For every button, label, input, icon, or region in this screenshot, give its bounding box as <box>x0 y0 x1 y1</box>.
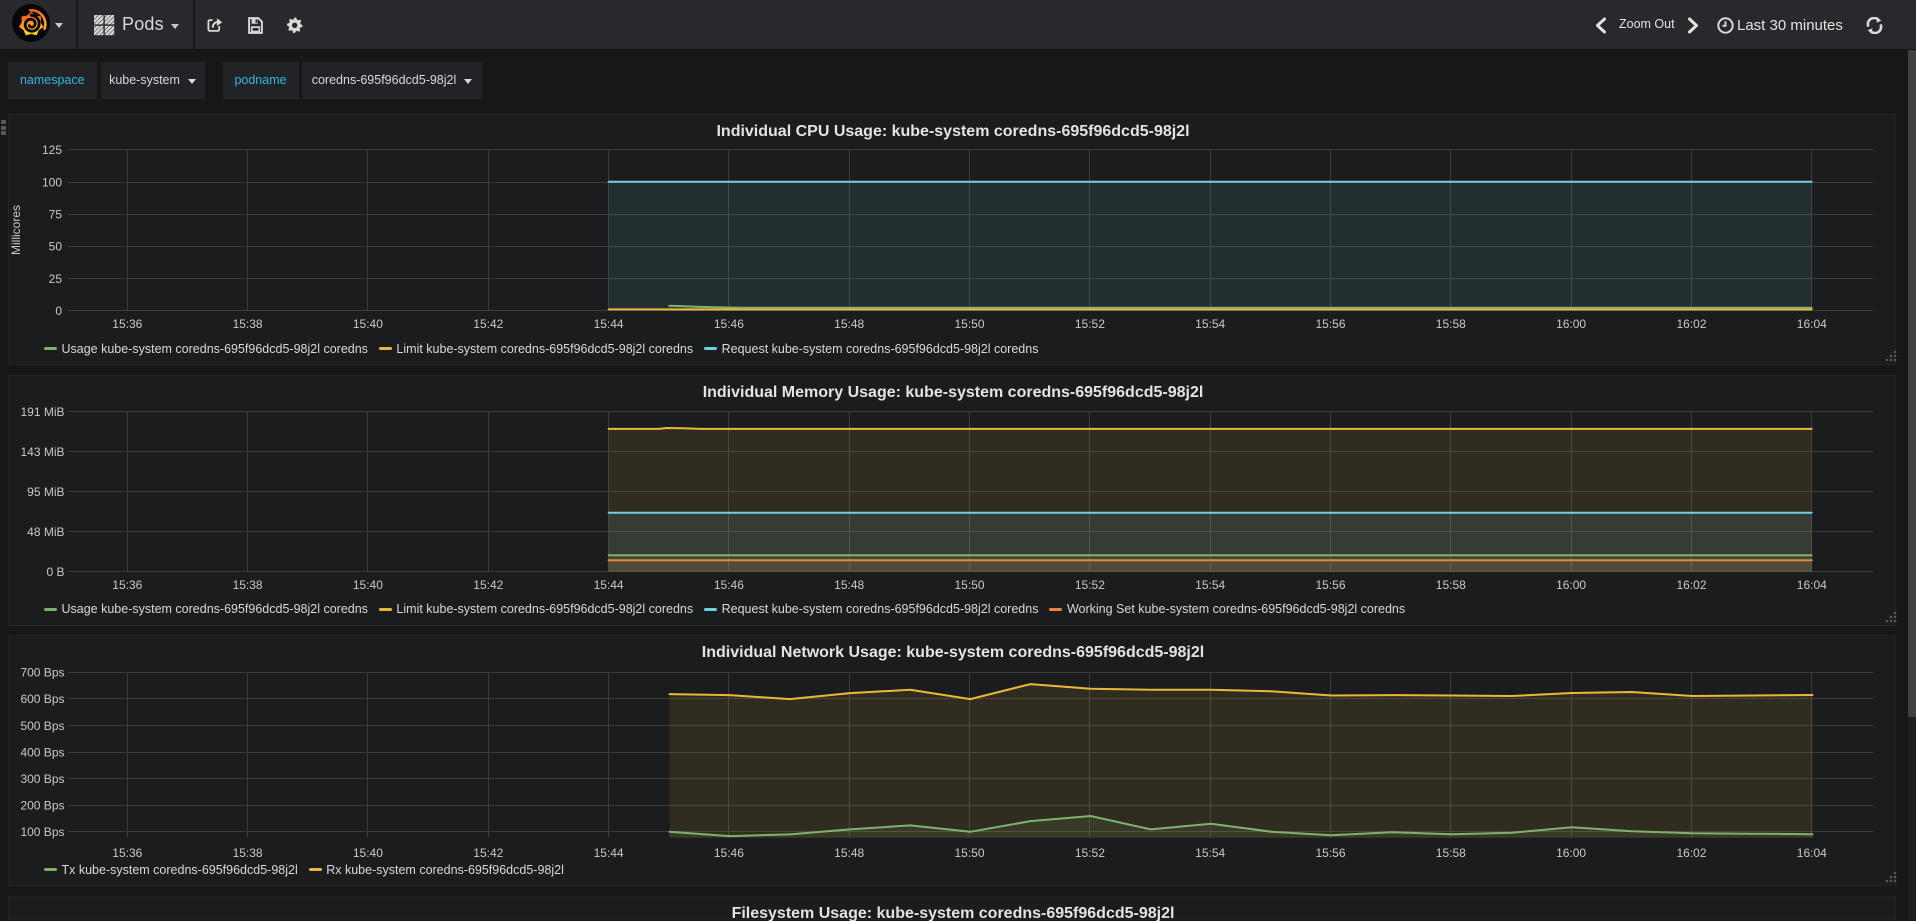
svg-text:25: 25 <box>49 272 63 286</box>
svg-text:16:02: 16:02 <box>1676 578 1706 592</box>
svg-text:600 Bps: 600 Bps <box>20 692 64 706</box>
svg-text:15:54: 15:54 <box>1195 846 1225 860</box>
svg-text:15:42: 15:42 <box>473 578 503 592</box>
svg-text:15:58: 15:58 <box>1436 578 1466 592</box>
svg-text:16:00: 16:00 <box>1556 846 1586 860</box>
svg-text:15:50: 15:50 <box>954 578 984 592</box>
svg-text:Individual Memory Usage: kube-: Individual Memory Usage: kube-system cor… <box>703 383 1204 400</box>
svg-text:16:02: 16:02 <box>1676 317 1706 331</box>
svg-text:15:58: 15:58 <box>1436 317 1466 331</box>
svg-text:15:38: 15:38 <box>233 846 263 860</box>
svg-text:16:02: 16:02 <box>1676 846 1706 860</box>
svg-text:75: 75 <box>49 208 63 222</box>
svg-text:15:40: 15:40 <box>353 578 383 592</box>
svg-text:15:52: 15:52 <box>1075 578 1105 592</box>
svg-text:15:54: 15:54 <box>1195 578 1225 592</box>
svg-text:15:46: 15:46 <box>714 846 744 860</box>
svg-text:700 Bps: 700 Bps <box>20 666 64 680</box>
svg-text:0 B: 0 B <box>46 565 64 579</box>
svg-text:16:04: 16:04 <box>1797 846 1827 860</box>
svg-text:48 MiB: 48 MiB <box>27 525 64 539</box>
svg-text:15:36: 15:36 <box>112 317 142 331</box>
svg-text:15:38: 15:38 <box>233 578 263 592</box>
svg-text:15:44: 15:44 <box>594 846 624 860</box>
svg-text:0: 0 <box>55 304 62 318</box>
svg-text:15:38: 15:38 <box>233 317 263 331</box>
svg-text:15:50: 15:50 <box>954 317 984 331</box>
svg-text:Millicores: Millicores <box>9 205 23 255</box>
svg-text:50: 50 <box>49 240 63 254</box>
svg-text:15:46: 15:46 <box>714 578 744 592</box>
svg-text:15:42: 15:42 <box>473 317 503 331</box>
svg-text:16:04: 16:04 <box>1797 317 1827 331</box>
svg-text:15:58: 15:58 <box>1436 846 1466 860</box>
svg-text:200 Bps: 200 Bps <box>20 799 64 813</box>
svg-text:15:56: 15:56 <box>1315 578 1345 592</box>
svg-text:Individual CPU Usage: kube-sys: Individual CPU Usage: kube-system coredn… <box>716 123 1189 140</box>
svg-text:16:00: 16:00 <box>1556 578 1586 592</box>
svg-text:15:40: 15:40 <box>353 317 383 331</box>
svg-text:15:48: 15:48 <box>834 317 864 331</box>
svg-text:15:46: 15:46 <box>714 317 744 331</box>
svg-text:15:56: 15:56 <box>1315 317 1345 331</box>
svg-text:15:42: 15:42 <box>473 846 503 860</box>
svg-text:125: 125 <box>42 143 62 157</box>
svg-text:500 Bps: 500 Bps <box>20 719 64 733</box>
svg-text:95 MiB: 95 MiB <box>27 485 64 499</box>
svg-text:15:36: 15:36 <box>112 846 142 860</box>
svg-text:400 Bps: 400 Bps <box>20 746 64 760</box>
svg-text:15:48: 15:48 <box>834 578 864 592</box>
svg-text:15:56: 15:56 <box>1315 846 1345 860</box>
svg-text:15:44: 15:44 <box>594 317 624 331</box>
svg-text:15:52: 15:52 <box>1075 846 1105 860</box>
svg-text:191 MiB: 191 MiB <box>20 404 64 418</box>
svg-text:Filesystem Usage: kube-system: Filesystem Usage: kube-system coredns-69… <box>732 905 1175 921</box>
svg-text:300 Bps: 300 Bps <box>20 772 64 786</box>
svg-text:15:54: 15:54 <box>1195 317 1225 331</box>
svg-text:15:50: 15:50 <box>954 846 984 860</box>
svg-text:15:40: 15:40 <box>353 846 383 860</box>
svg-text:Individual Network Usage: kube: Individual Network Usage: kube-system co… <box>702 644 1204 661</box>
svg-text:15:36: 15:36 <box>112 578 142 592</box>
svg-text:15:44: 15:44 <box>594 578 624 592</box>
svg-text:143 MiB: 143 MiB <box>20 444 64 458</box>
svg-text:15:48: 15:48 <box>834 846 864 860</box>
svg-text:100 Bps: 100 Bps <box>20 825 64 839</box>
svg-text:16:00: 16:00 <box>1556 317 1586 331</box>
svg-text:100: 100 <box>42 175 62 189</box>
svg-text:16:04: 16:04 <box>1797 578 1827 592</box>
svg-text:15:52: 15:52 <box>1075 317 1105 331</box>
